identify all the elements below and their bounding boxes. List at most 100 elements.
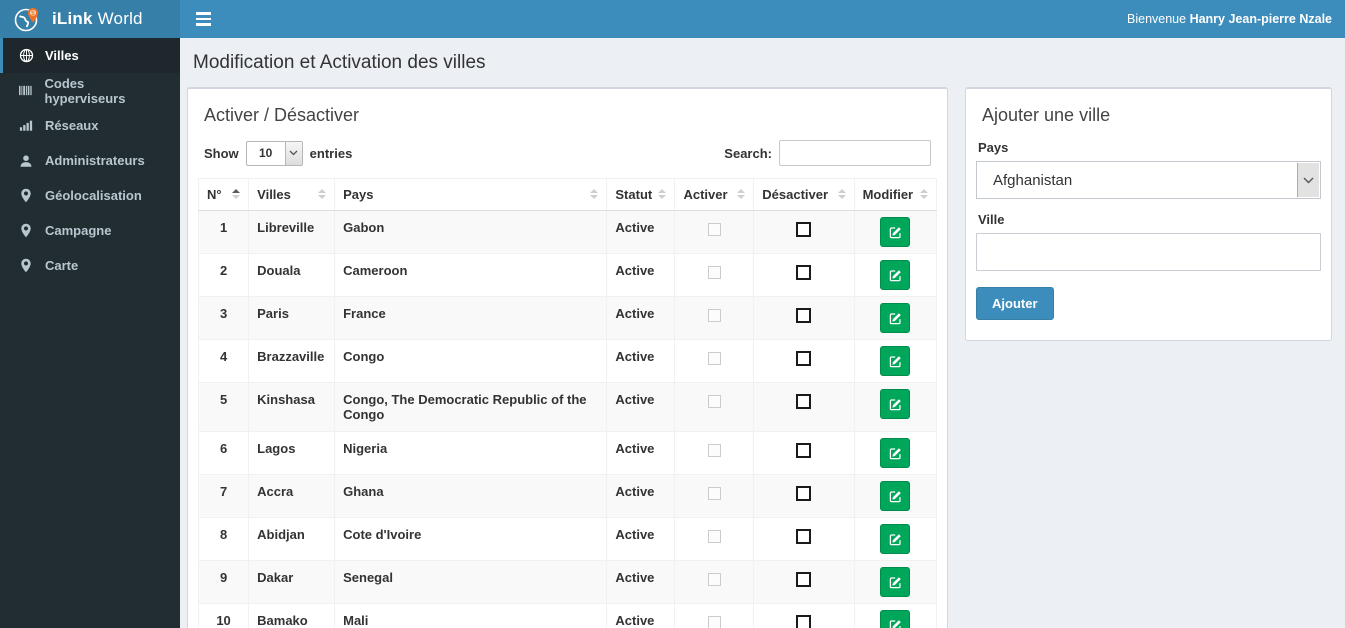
desactiver-checkbox[interactable] <box>796 351 812 366</box>
modifier-button[interactable] <box>880 524 911 554</box>
sort-arrows-icon <box>837 189 846 199</box>
status-value: Active <box>606 517 676 561</box>
activer-checkbox <box>707 352 721 365</box>
column-label: Activer <box>683 187 728 202</box>
welcome-prefix: Bienvenue <box>1127 12 1187 26</box>
map-marker-icon <box>18 258 34 273</box>
welcome-message: Bienvenue Hanry Jean-pierre Nzale <box>1127 12 1332 26</box>
welcome-user-name: Hanry Jean-pierre Nzale <box>1189 12 1332 26</box>
brand-bold: iLink <box>52 9 93 28</box>
table-row: 4 Brazzaville Congo Active <box>197 339 938 383</box>
column-header-5[interactable]: Désactiver <box>753 178 855 211</box>
barcode-icon <box>18 84 34 97</box>
modifier-button[interactable] <box>880 217 911 247</box>
column-header-1[interactable]: Villes <box>248 178 336 211</box>
desactiver-checkbox[interactable] <box>796 394 812 409</box>
status-value: Active <box>606 253 676 297</box>
table-row: 9 Dakar Senegal Active <box>197 560 938 604</box>
search-input[interactable] <box>779 140 931 166</box>
sort-arrows-icon <box>658 189 667 199</box>
edit-pencil-icon <box>889 355 902 368</box>
status-value: Active <box>606 431 676 475</box>
sidebar-item-g-olocalisation[interactable]: Géolocalisation <box>0 178 180 213</box>
activer-checkbox <box>707 309 721 322</box>
ajouter-button[interactable]: Ajouter <box>976 287 1054 320</box>
sort-arrows-icon <box>920 189 928 199</box>
edit-pencil-icon <box>889 447 902 460</box>
activer-checkbox <box>707 444 721 457</box>
sidebar-item-administrateurs[interactable]: Administrateurs <box>0 143 180 178</box>
table-panel-title: Activer / Désactiver <box>204 105 360 125</box>
sidebar-item-label: Réseaux <box>45 118 99 133</box>
status-value: Active <box>606 560 676 604</box>
column-header-3[interactable]: Statut <box>606 178 676 211</box>
modifier-button[interactable] <box>880 346 911 376</box>
sort-arrows-icon <box>232 189 241 199</box>
sidebar-item-label: Administrateurs <box>45 153 145 168</box>
desactiver-checkbox[interactable] <box>796 222 812 237</box>
page-length-select[interactable]: 10 <box>245 140 303 166</box>
sidebar-item-label: Codes hyperviseurs <box>44 75 126 106</box>
pays-select[interactable]: Afghanistan <box>976 161 1321 199</box>
sidebar-item-villes[interactable]: Villes <box>0 38 180 73</box>
chevron-down-icon <box>284 141 302 165</box>
table-row: 2 Douala Cameroon Active <box>197 253 938 297</box>
pays-label: Pays <box>978 140 1009 155</box>
page-title: Modification et Activation des villes <box>193 52 486 73</box>
modifier-button[interactable] <box>880 481 911 511</box>
table-row: 10 Bamako Mali Active <box>197 603 938 628</box>
desactiver-checkbox[interactable] <box>796 308 812 323</box>
column-header-2[interactable]: Pays <box>334 178 608 211</box>
sidebar-item-label: Villes <box>45 48 79 63</box>
show-label: Show <box>204 145 239 161</box>
sidebar-item-campagne[interactable]: Campagne <box>0 213 180 248</box>
modifier-button[interactable] <box>880 260 911 290</box>
desactiver-checkbox[interactable] <box>796 486 812 501</box>
edit-pencil-icon <box>889 490 902 503</box>
activer-checkbox <box>707 266 721 279</box>
desactiver-checkbox[interactable] <box>796 615 812 628</box>
logo-brand[interactable]: $ iLink World <box>0 0 180 38</box>
sidebar-item-carte[interactable]: Carte <box>0 248 180 283</box>
status-value: Active <box>606 339 676 383</box>
sidebar-item-r-seaux[interactable]: Réseaux <box>0 108 180 143</box>
column-header-4[interactable]: Activer <box>674 178 755 211</box>
status-value: Active <box>606 210 676 254</box>
status-value: Active <box>606 382 676 432</box>
status-value: Active <box>606 296 676 340</box>
desactiver-checkbox[interactable] <box>796 572 812 587</box>
sidebar: Villes Codes hyperviseurs Réseaux Admini… <box>0 38 180 628</box>
add-panel-title: Ajouter une ville <box>982 105 1111 125</box>
page-length-value: 10 <box>258 146 273 160</box>
ville-label: Ville <box>978 212 1005 227</box>
modifier-button[interactable] <box>880 567 911 597</box>
modifier-button[interactable] <box>880 610 911 628</box>
sort-arrows-icon <box>590 189 599 199</box>
page-length-control: Show 10 entries <box>204 140 352 166</box>
cities-table-panel: Activer / Désactiver Show 10 entries Sea… <box>187 87 948 628</box>
column-label: N° <box>207 187 222 202</box>
modifier-button[interactable] <box>880 389 911 419</box>
cities-table: N° Villes Pays Statut Activer Désactiver Modif… <box>197 178 938 628</box>
ville-input[interactable] <box>976 233 1321 271</box>
globe-pin-logo-icon: $ <box>13 5 41 33</box>
activer-checkbox <box>707 573 721 586</box>
add-city-panel: Ajouter une ville Pays Afghanistan Ville… <box>965 87 1332 341</box>
column-label: Pays <box>343 187 374 202</box>
sidebar-toggle-hamburger-icon[interactable] <box>193 8 214 30</box>
column-header-0[interactable]: N° <box>197 178 250 211</box>
activer-checkbox <box>707 395 721 408</box>
desactiver-checkbox[interactable] <box>796 529 812 544</box>
sidebar-item-codes-hyperviseurs[interactable]: Codes hyperviseurs <box>0 73 180 108</box>
desactiver-checkbox[interactable] <box>796 265 812 280</box>
column-label: Modifier <box>862 187 914 202</box>
user-icon <box>18 154 34 168</box>
modifier-button[interactable] <box>880 438 911 468</box>
column-header-6[interactable]: Modifier <box>853 178 938 211</box>
sidebar-item-label: Campagne <box>45 223 112 238</box>
desactiver-checkbox[interactable] <box>796 443 812 458</box>
edit-pencil-icon <box>889 533 902 546</box>
status-value: Active <box>606 603 676 628</box>
modifier-button[interactable] <box>880 303 911 333</box>
table-row: 1 Libreville Gabon Active <box>197 210 938 254</box>
